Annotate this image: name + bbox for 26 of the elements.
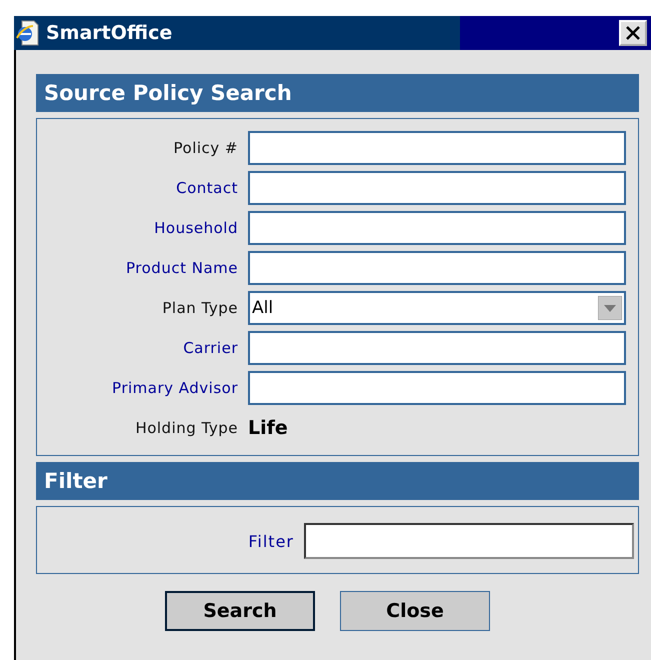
window-title: SmartOffice bbox=[46, 22, 174, 44]
input-field[interactable] bbox=[248, 251, 626, 285]
input-field[interactable] bbox=[248, 131, 626, 165]
field-label: Plan Type bbox=[161, 299, 238, 317]
field-link[interactable]: Household bbox=[37, 219, 238, 237]
field-label: Holding Type bbox=[134, 419, 238, 437]
dialog-button[interactable]: Close bbox=[340, 591, 490, 631]
field-value: Life bbox=[248, 417, 288, 439]
field-link[interactable]: Product Name bbox=[37, 259, 238, 277]
field-link[interactable]: Carrier bbox=[37, 339, 238, 357]
field-link[interactable]: Contact bbox=[37, 179, 238, 197]
field-link[interactable]: Primary Advisor bbox=[37, 379, 238, 397]
field-label: Policy # bbox=[172, 139, 238, 157]
input-field[interactable] bbox=[248, 371, 626, 405]
section-header: Filter bbox=[36, 462, 639, 500]
dialog-button[interactable]: Search bbox=[165, 591, 315, 631]
dropdown-field[interactable]: All bbox=[248, 291, 626, 325]
input-field[interactable] bbox=[248, 211, 626, 245]
browser-icon bbox=[16, 20, 40, 46]
filter-field[interactable] bbox=[304, 523, 634, 559]
input-field[interactable] bbox=[248, 171, 626, 205]
field-link[interactable]: Filter bbox=[248, 532, 294, 550]
section-header: Source Policy Search bbox=[36, 74, 639, 112]
dropdown-arrow-icon bbox=[598, 296, 622, 320]
close-icon[interactable] bbox=[619, 20, 647, 46]
input-field[interactable] bbox=[248, 331, 626, 365]
